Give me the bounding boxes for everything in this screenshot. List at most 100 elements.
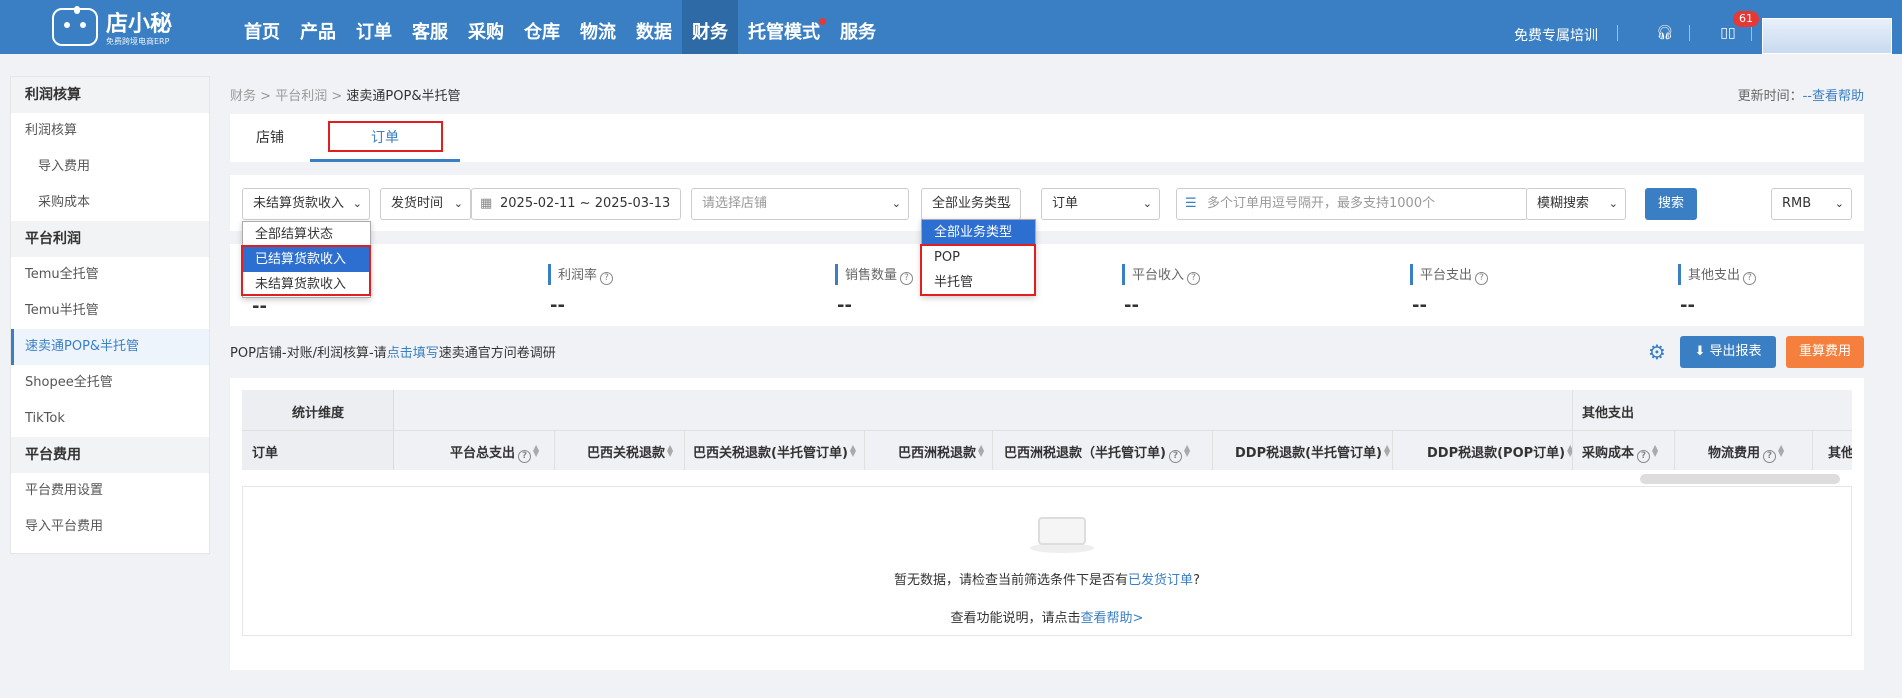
chevron-down-icon: ⌄ bbox=[1142, 197, 1152, 210]
help-icon[interactable]: ? bbox=[1637, 450, 1651, 463]
col-ddp-refund-pop[interactable]: DDP税退款(POP订单) ▲ ▼ bbox=[1427, 442, 1573, 462]
store-select[interactable]: 请选择店铺 ⌄ bbox=[691, 188, 909, 220]
stat-label: 平台收入 bbox=[1132, 268, 1185, 283]
col-brazil-tariff-refund-semi[interactable]: 巴西关税退款(半托管订单) ▲ ▼ bbox=[693, 442, 856, 462]
update-time-label: 更新时间： bbox=[1737, 89, 1803, 104]
logo[interactable]: 店小秘 免费跨境电商ERP bbox=[52, 4, 182, 50]
help-icon[interactable]: ? bbox=[1475, 272, 1489, 285]
option-all-business[interactable]: 全部业务类型 bbox=[922, 220, 1035, 245]
sidebar-item-import-fees[interactable]: 导入费用 bbox=[11, 149, 209, 185]
view-help-link[interactable]: 查看帮助> bbox=[1081, 611, 1144, 626]
breadcrumb-finance[interactable]: 财务 bbox=[230, 89, 256, 104]
business-type-select[interactable]: 全部业务类型 ⌄ bbox=[921, 188, 1021, 220]
notice-suffix: 速卖通官方问卷调研 bbox=[438, 346, 556, 361]
help-icon[interactable]: ? bbox=[1187, 272, 1201, 285]
sidebar-item-temu-full[interactable]: Temu全托管 bbox=[11, 257, 209, 293]
nav-customer-service[interactable]: 客服 bbox=[402, 0, 458, 54]
col-label: 巴西洲税退款（半托管订单) bbox=[1004, 446, 1166, 461]
sort-icon[interactable]: ▲ ▼ bbox=[1652, 444, 1658, 458]
sort-icon[interactable]: ▲ ▼ bbox=[1384, 444, 1390, 458]
gear-icon[interactable]: ⚙ bbox=[1648, 342, 1666, 362]
annotation-box bbox=[920, 244, 1036, 296]
sidebar-item-purchase-cost[interactable]: 采购成本 bbox=[11, 185, 209, 221]
empty-message: 暂无数据，请检查当前筛选条件下是否有已发货订单? bbox=[243, 569, 1851, 588]
time-type-select[interactable]: 发货时间 ⌄ bbox=[380, 188, 471, 220]
stat-value: -- bbox=[550, 295, 565, 316]
help-icon[interactable]: ? bbox=[1168, 450, 1182, 463]
sidebar-item-tiktok[interactable]: TikTok bbox=[11, 401, 209, 437]
recalculate-fees-button[interactable]: 重算费用 bbox=[1786, 336, 1864, 368]
sort-icon[interactable]: ▲ ▼ bbox=[667, 444, 673, 458]
col-purchase-cost[interactable]: 采购成本 ?▲ ▼ bbox=[1582, 442, 1658, 463]
stat-sales-qty: 销售数量? -- bbox=[835, 264, 914, 316]
option-all-settlement[interactable]: 全部结算状态 bbox=[243, 222, 370, 247]
settlement-status-select[interactable]: 未结算货款收入 ⌄ bbox=[242, 188, 370, 220]
col-brazil-tariff-refund[interactable]: 巴西关税退款 ▲ ▼ bbox=[587, 442, 673, 462]
nav-orders[interactable]: 订单 bbox=[346, 0, 402, 54]
sidebar-item-platform-fee-settings[interactable]: 平台费用设置 bbox=[11, 473, 209, 509]
col-logistics-fee[interactable]: 物流费用 ?▲ ▼ bbox=[1708, 442, 1784, 463]
sort-icon[interactable]: ▲ ▼ bbox=[1184, 444, 1190, 458]
settlement-status-value: 未结算货款收入 bbox=[253, 196, 345, 211]
nav-purchasing[interactable]: 采购 bbox=[458, 0, 514, 54]
nav-warehouse[interactable]: 仓库 bbox=[514, 0, 570, 54]
logo-name: 店小秘 bbox=[106, 12, 173, 37]
new-dot-icon bbox=[819, 18, 826, 25]
col-label: 平台总支出 bbox=[450, 446, 516, 461]
sidebar-item-shopee-full[interactable]: Shopee全托管 bbox=[11, 365, 209, 401]
help-link[interactable]: 查看帮助 bbox=[1812, 89, 1864, 104]
nav-home[interactable]: 首页 bbox=[234, 0, 290, 54]
nav-managed-mode-wrap[interactable]: 托管模式 bbox=[738, 0, 830, 54]
sort-icon[interactable]: ▲ ▼ bbox=[1778, 444, 1784, 458]
sidebar-item-temu-semi[interactable]: Temu半托管 bbox=[11, 293, 209, 329]
book-icon[interactable]: ▯▯ bbox=[1720, 25, 1736, 41]
tab-store[interactable]: 店铺 bbox=[230, 114, 310, 162]
headset-icon[interactable]: 🎧︎ bbox=[1656, 25, 1674, 41]
nav-data[interactable]: 数据 bbox=[626, 0, 682, 54]
sidebar-item-aliexpress-pop[interactable]: 速卖通POP&半托管 bbox=[11, 329, 209, 365]
help-icon[interactable]: ? bbox=[1743, 272, 1757, 285]
stat-value: -- bbox=[252, 296, 267, 317]
help-icon[interactable]: ? bbox=[518, 450, 532, 463]
stat-value: -- bbox=[1680, 295, 1695, 316]
sort-icon[interactable]: ▲ ▼ bbox=[978, 444, 984, 458]
breadcrumb-sep: > bbox=[331, 89, 343, 104]
order-type-select[interactable]: 订单 ⌄ bbox=[1041, 188, 1160, 220]
search-mode-select[interactable]: 模糊搜索 ⌄ bbox=[1526, 188, 1626, 220]
user-account-box[interactable] bbox=[1762, 18, 1892, 54]
help-icon[interactable]: ? bbox=[900, 272, 914, 285]
nav-services[interactable]: 服务 bbox=[830, 0, 886, 54]
sort-icon[interactable]: ▲ ▼ bbox=[850, 444, 856, 458]
col-ddp-refund-semi[interactable]: DDP税退款(半托管订单) ▲ ▼ bbox=[1235, 442, 1390, 462]
chevron-down-icon: ⌄ bbox=[352, 197, 362, 210]
date-range-input[interactable]: ▦ 2025-02-11 ~ 2025-03-13 bbox=[471, 188, 681, 220]
breadcrumb: 财务 > 平台利润 > 速卖通POP&半托管 bbox=[230, 85, 460, 104]
nav-finance[interactable]: 财务 bbox=[682, 0, 738, 54]
sidebar: 利润核算 利润核算 导入费用 采购成本 平台利润 Temu全托管 Temu半托管… bbox=[10, 76, 210, 554]
nav-logistics[interactable]: 物流 bbox=[570, 0, 626, 54]
free-training-link[interactable]: 免费专属培训 bbox=[1514, 25, 1598, 45]
nav-products[interactable]: 产品 bbox=[290, 0, 346, 54]
sidebar-item-import-platform-fees[interactable]: 导入平台费用 bbox=[11, 509, 209, 545]
empty-inbox-icon bbox=[1030, 507, 1094, 553]
breadcrumb-current: 速卖通POP&半托管 bbox=[346, 89, 461, 104]
breadcrumb-platform-profit[interactable]: 平台利润 bbox=[275, 89, 327, 104]
sidebar-item-profit-accounting[interactable]: 利润核算 bbox=[11, 113, 209, 149]
order-search-input[interactable]: ☰ 多个订单用逗号隔开，最多支持1000个 bbox=[1176, 188, 1528, 220]
horizontal-scrollbar[interactable] bbox=[1640, 474, 1840, 484]
col-brazil-state-tax-refund-semi[interactable]: 巴西洲税退款（半托管订单) ?▲ ▼ bbox=[1004, 442, 1190, 463]
col-brazil-state-tax-refund[interactable]: 巴西洲税退款 ▲ ▼ bbox=[898, 442, 984, 462]
col-platform-total-expense[interactable]: 平台总支出 ?▲ ▼ bbox=[450, 442, 539, 463]
sort-icon[interactable]: ▲ ▼ bbox=[533, 444, 539, 458]
search-button[interactable]: 搜索 bbox=[1645, 188, 1697, 220]
col-label: 巴西洲税退款 bbox=[898, 446, 977, 461]
help-icon[interactable]: ? bbox=[1763, 450, 1777, 463]
divider bbox=[1751, 25, 1752, 41]
survey-link[interactable]: 点击填写 bbox=[387, 346, 439, 361]
tab-bar: 店铺 订单 bbox=[230, 114, 1864, 162]
currency-select[interactable]: RMB ⌄ bbox=[1771, 188, 1852, 220]
shipped-orders-link[interactable]: 已发货订单 bbox=[1128, 573, 1193, 588]
empty-text: 暂无数据，请检查当前筛选条件下是否有 bbox=[894, 573, 1129, 588]
export-report-button[interactable]: ⬇ 导出报表 bbox=[1680, 336, 1776, 368]
help-icon[interactable]: ? bbox=[600, 272, 614, 285]
